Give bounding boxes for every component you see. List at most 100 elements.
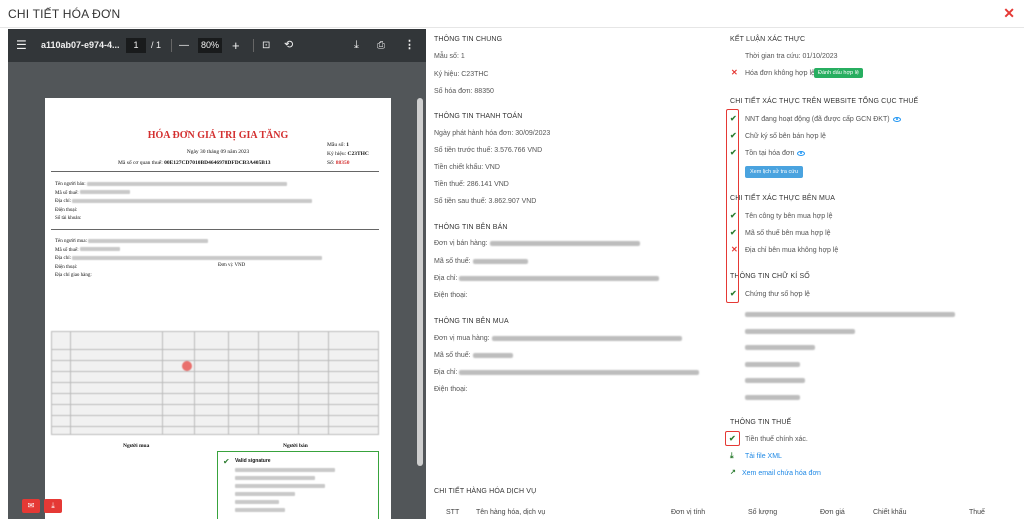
conclusion-status: Hóa đơn không hợp lệ (745, 70, 815, 77)
modal-header: CHI TIẾT HÓA ĐƠN ✕ (0, 0, 1024, 28)
column-header: Chiết khấu (873, 509, 907, 516)
more-options-icon[interactable]: ⋮ (404, 29, 415, 62)
buyer-row: Địa chỉ: (434, 369, 700, 376)
row-label: Địa chỉ: (434, 275, 458, 282)
mark-valid-button[interactable]: Đánh dấu hợp lệ (814, 68, 863, 78)
eye-icon[interactable] (892, 116, 901, 122)
column-header: Đơn giá (820, 509, 845, 516)
buyer-row: Đơn vị mua hàng: (434, 335, 682, 342)
buyer-label: Tên người mua: (55, 239, 88, 244)
row-label: Mã số thuế: (434, 352, 471, 359)
row-label: Số tiền trước thuế: (434, 147, 493, 154)
invoice-items-table (51, 331, 379, 435)
row-label: Điện thoại: (434, 292, 468, 299)
seller-taxcode-row: Mã số thuế: (55, 190, 312, 199)
mau-so: Mẫu số: 1 (327, 142, 349, 148)
pdf-canvas: HÓA ĐƠN GIÁ TRỊ GIA TĂNG Ngày 30 tháng 0… (8, 62, 426, 519)
divider (51, 171, 379, 172)
column-header: Số lượng (748, 509, 778, 516)
email-icon[interactable]: ✉ (22, 499, 40, 513)
row-label: Đơn vị bán hàng: (434, 240, 488, 247)
column-header: Tên hàng hóa, dịch vụ (476, 509, 546, 516)
toolbar-divider (253, 39, 254, 52)
general-heading: THÔNG TIN CHUNG (434, 36, 503, 43)
lookup-history-button[interactable]: Xem lịch sử tra cứu (745, 166, 804, 178)
buyer-row: Mã số thuế: (434, 352, 513, 359)
general-row: Mẫu số: 1 (434, 53, 465, 60)
payment-row: Ngày phát hành hóa đơn: 30/09/2023 (434, 130, 550, 137)
buyer-check-item: Địa chỉ bên mua không hợp lệ (745, 247, 839, 254)
pdf-scrollbar[interactable] (417, 98, 423, 466)
website-check-heading: CHI TIẾT XÁC THỰC TRÊN WEBSITE TỔNG CỤC … (730, 98, 919, 105)
goods-heading: CHI TIẾT HÀNG HÓA DỊCH VỤ (434, 488, 537, 495)
row-value: C23THC (461, 71, 489, 78)
menu-icon[interactable]: ☰ (16, 29, 27, 62)
website-check-item: Chữ ký số bên bán hợp lệ (745, 133, 826, 140)
eye-icon[interactable] (797, 150, 806, 156)
download-xml-link[interactable]: Tải file XML (745, 453, 782, 460)
row-value: 3.576.766 VND (494, 147, 543, 154)
seller-address-row: Địa chỉ: (55, 198, 313, 207)
zoom-level[interactable]: 80% (198, 38, 222, 53)
seller-label: Tên người bán: (55, 182, 86, 187)
so-value: 88350 (335, 160, 350, 166)
payment-row: Tiền chiết khấu: VND (434, 164, 500, 171)
row-value: 1 (460, 53, 465, 60)
so-label: Số: (327, 160, 335, 166)
item-label: NNT đang hoạt động (đã được cấp GCN ĐKT) (745, 116, 890, 123)
payment-row: Số tiền sau thuế: 3.862.907 VND (434, 198, 536, 205)
mau-so-value: 1 (346, 142, 349, 148)
fit-page-icon[interactable]: ⊡ (262, 29, 270, 62)
download-icon[interactable]: ⤓ (354, 29, 359, 62)
zoom-out-button[interactable]: — (179, 29, 189, 62)
seller-row: Điện thoại: (434, 292, 467, 299)
payment-heading: THÔNG TIN THANH TOÁN (434, 113, 523, 120)
row-label: Đơn vị mua hàng: (434, 335, 490, 342)
invoice-title: HÓA ĐƠN GIÁ TRỊ GIA TĂNG (147, 130, 289, 141)
pdf-viewer: ☰ a110ab07-e974-4... 1 / 1 — 80% + ⊡ ⟲ ⤓… (8, 29, 426, 519)
lookup-time: Thời gian tra cứu: 01/10/2023 (745, 53, 838, 60)
seller-account-row: Số tài khoản: (55, 215, 312, 224)
zoom-in-button[interactable]: + (232, 29, 240, 62)
general-row: Ký hiệu: C23THC (434, 71, 488, 78)
digital-signature-box: ✔ Valid signature (217, 451, 379, 519)
row-label: Ngày phát hành hóa đơn: (434, 130, 514, 137)
row-value: VND (485, 164, 500, 171)
external-link-icon: ↗ (730, 469, 736, 476)
modal-title: CHI TIẾT HÓA ĐƠN (8, 7, 121, 21)
page-number-input[interactable]: 1 (126, 38, 146, 53)
signature-status: Chứng thư số hợp lệ (745, 291, 810, 298)
buyer-check-item: Tên công ty bên mua hợp lệ (745, 213, 833, 220)
file-name: a110ab07-e974-4... (41, 40, 120, 50)
divider (51, 229, 379, 230)
page-total: / 1 (151, 40, 162, 50)
tax-code-label: Mã số cơ quan thuế: (118, 160, 163, 166)
column-header: Thuế (969, 509, 985, 516)
column-header: STT (446, 509, 460, 516)
seller-name-row: Tên người bán: (55, 181, 312, 190)
seller-label: Điện thoại: (55, 207, 78, 213)
signature-heading: THÔNG TIN CHỮ KÍ SỐ (730, 273, 810, 280)
buyer-block: Tên người mua: Mã số thuế: Địa chỉ: Điện… (55, 238, 323, 281)
download-icon[interactable]: ⤓ (44, 499, 62, 513)
check-icon: ✔ (729, 434, 736, 443)
view-email-link[interactable]: Xem email chứa hóa đơn (742, 470, 821, 477)
invoice-page: HÓA ĐƠN GIÁ TRỊ GIA TĂNG Ngày 30 tháng 0… (45, 98, 391, 519)
seller-phone-row: Điện thoại: (55, 207, 312, 216)
row-value: 88350 (474, 88, 494, 95)
buyer-check-item: Mã số thuế bên mua hợp lệ (745, 230, 831, 237)
buyer-label: Mã số thuế: (55, 247, 79, 253)
close-icon[interactable]: ✕ (1003, 5, 1015, 22)
print-icon[interactable]: ⎙ (377, 29, 385, 62)
tax-heading: THÔNG TIN THUẾ (730, 419, 792, 426)
buyer-label: Địa chỉ giao hàng: (55, 273, 92, 278)
row-value: 30/09/2023 (515, 130, 551, 137)
seller-heading: THÔNG TIN BÊN BÁN (434, 224, 508, 231)
seller-row: Mã số thuế: (434, 258, 528, 265)
row-label: Ký hiệu: (434, 71, 460, 78)
rotate-icon[interactable]: ⟲ (284, 29, 293, 62)
pdf-toolbar: ☰ a110ab07-e974-4... 1 / 1 — 80% + ⊡ ⟲ ⤓… (8, 29, 426, 62)
payment-row: Tiền thuế: 286.141 VND (434, 181, 509, 188)
buyer-address-row: Địa chỉ: (55, 255, 323, 264)
mau-so-label: Mẫu số: (327, 142, 345, 148)
